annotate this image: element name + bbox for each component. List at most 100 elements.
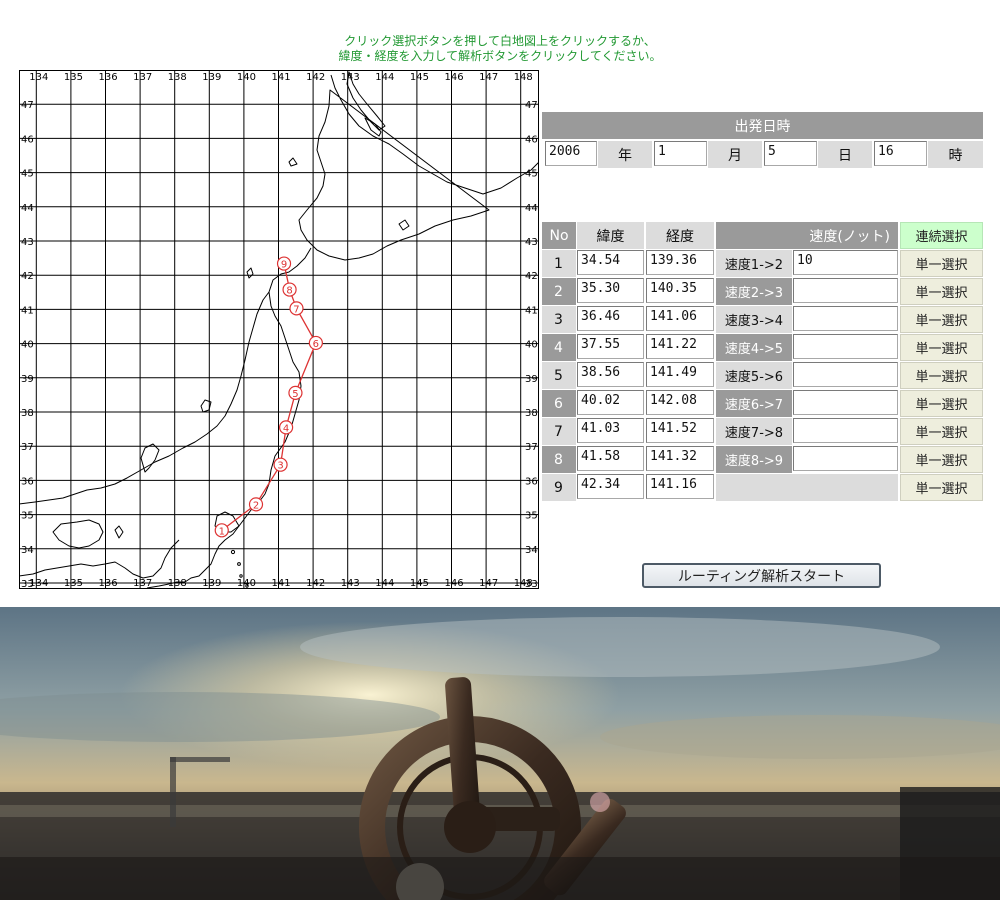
waypoint-number: 9 xyxy=(281,260,287,271)
latitude-input[interactable]: 37.55 xyxy=(577,334,644,359)
row-number: 3 xyxy=(542,306,576,333)
longitude-tick-label: 143 xyxy=(341,578,360,589)
single-select-button[interactable]: 単一選択 xyxy=(900,474,983,501)
latitude-tick-label: 38 xyxy=(525,408,538,419)
longitude-tick-label: 145 xyxy=(410,72,429,83)
latitude-tick-label: 35 xyxy=(21,511,34,522)
latitude-input[interactable]: 40.02 xyxy=(577,390,644,415)
row-number: 7 xyxy=(542,418,576,445)
longitude-tick-label: 145 xyxy=(410,578,429,589)
single-select-button[interactable]: 単一選択 xyxy=(900,306,983,333)
speed-segment-label: 速度7->8 xyxy=(716,418,792,445)
year-input[interactable]: 2006 xyxy=(545,141,597,166)
latitude-tick-label: 43 xyxy=(525,237,538,248)
row-number: 9 xyxy=(542,474,576,501)
month-input[interactable]: 1 xyxy=(654,141,707,166)
row-number: 2 xyxy=(542,278,576,305)
longitude-tick-label: 136 xyxy=(99,578,118,589)
longitude-input[interactable]: 142.08 xyxy=(646,390,714,415)
routing-analysis-start-button[interactable]: ルーティング解析スタート xyxy=(642,563,881,588)
longitude-input[interactable]: 141.06 xyxy=(646,306,714,331)
latitude-tick-label: 45 xyxy=(21,169,34,180)
single-select-button[interactable]: 単一選択 xyxy=(900,334,983,361)
speed-input[interactable] xyxy=(793,390,898,415)
instructions: クリック選択ボタンを押して白地図上をクリックするか、 緯度・経度を入力して解析ボ… xyxy=(0,34,1000,64)
latitude-tick-label: 47 xyxy=(21,100,34,111)
speed-input[interactable] xyxy=(793,306,898,331)
longitude-input[interactable]: 141.49 xyxy=(646,362,714,387)
map-canvas[interactable]: 1341341351351361361371371381381391391401… xyxy=(19,70,539,589)
longitude-input[interactable]: 141.32 xyxy=(646,446,714,471)
latitude-tick-label: 41 xyxy=(525,305,538,316)
longitude-input[interactable]: 141.16 xyxy=(646,474,714,499)
latitude-tick-label: 37 xyxy=(525,442,538,453)
speed-segment-label: 速度6->7 xyxy=(716,390,792,417)
longitude-tick-label: 147 xyxy=(479,578,498,589)
latitude-input[interactable]: 41.03 xyxy=(577,418,644,443)
latitude-input[interactable]: 38.56 xyxy=(577,362,644,387)
latitude-tick-label: 40 xyxy=(21,340,34,351)
single-select-button[interactable]: 単一選択 xyxy=(900,278,983,305)
continuous-select-button[interactable]: 連続選択 xyxy=(900,222,983,249)
longitude-tick-label: 141 xyxy=(272,72,291,83)
single-select-button[interactable]: 単一選択 xyxy=(900,390,983,417)
longitude-input[interactable]: 141.22 xyxy=(646,334,714,359)
speed-input[interactable] xyxy=(793,446,898,471)
latitude-tick-label: 44 xyxy=(21,203,34,214)
waypoint-number: 6 xyxy=(313,339,319,350)
latitude-input[interactable]: 42.34 xyxy=(577,474,644,499)
speed-input[interactable]: 10 xyxy=(793,250,898,275)
blank-map[interactable]: 134 134 135 135 136 136 137 137 138 138 139 139 140 1… xyxy=(19,70,539,589)
hour-input[interactable]: 16 xyxy=(874,141,927,166)
longitude-tick-label: 142 xyxy=(306,578,325,589)
latitude-input[interactable]: 36.46 xyxy=(577,306,644,331)
instruction-line-1: クリック選択ボタンを押して白地図上をクリックするか、 xyxy=(344,34,656,48)
latitude-input[interactable]: 35.30 xyxy=(577,278,644,303)
longitude-tick-label: 141 xyxy=(272,578,291,589)
latitude-input[interactable]: 41.58 xyxy=(577,446,644,471)
single-select-button[interactable]: 単一選択 xyxy=(900,446,983,473)
instruction-line-2: 緯度・経度を入力して解析ボタンをクリックしてください。 xyxy=(338,49,662,63)
speed-input[interactable] xyxy=(793,362,898,387)
single-select-button[interactable]: 単一選択 xyxy=(900,362,983,389)
latitude-tick-label: 41 xyxy=(21,305,34,316)
single-select-button[interactable]: 単一選択 xyxy=(900,250,983,277)
longitude-input[interactable]: 141.52 xyxy=(646,418,714,443)
latitude-tick-label: 33 xyxy=(525,579,538,589)
speed-input[interactable] xyxy=(793,418,898,443)
longitude-tick-label: 144 xyxy=(375,578,394,589)
latitude-tick-label: 36 xyxy=(21,476,34,487)
longitude-tick-label: 147 xyxy=(479,72,498,83)
day-label: 日 xyxy=(818,141,872,168)
speed-input[interactable] xyxy=(793,278,898,303)
waypoint-number: 2 xyxy=(253,500,259,511)
longitude-tick-label: 139 xyxy=(202,72,221,83)
latitude-tick-label: 42 xyxy=(21,271,34,282)
longitude-tick-label: 142 xyxy=(306,72,325,83)
latitude-tick-label: 35 xyxy=(525,511,538,522)
col-header-no: No xyxy=(542,222,576,249)
latitude-tick-label: 44 xyxy=(525,203,538,214)
longitude-input[interactable]: 140.35 xyxy=(646,278,714,303)
latitude-tick-label: 34 xyxy=(21,545,34,556)
speed-segment-label: 速度1->2 xyxy=(716,250,792,277)
longitude-input[interactable]: 139.36 xyxy=(646,250,714,275)
speed-segment-label: 速度8->9 xyxy=(716,446,792,473)
speed-segment-label: 速度2->3 xyxy=(716,278,792,305)
latitude-tick-label: 47 xyxy=(525,100,538,111)
longitude-tick-label: 143 xyxy=(341,72,360,83)
row-number: 6 xyxy=(542,390,576,417)
waypoint-number: 4 xyxy=(283,423,289,434)
speed-input[interactable] xyxy=(793,334,898,359)
longitude-tick-label: 137 xyxy=(133,72,152,83)
departure-header: 出発日時 xyxy=(542,112,983,139)
col-header-speed: 速度(ノット) xyxy=(716,222,898,249)
row-number: 1 xyxy=(542,250,576,277)
col-header-lon: 経度 xyxy=(646,222,714,249)
single-select-button[interactable]: 単一選択 xyxy=(900,418,983,445)
waypoint-number: 8 xyxy=(286,286,292,297)
longitude-tick-label: 136 xyxy=(99,72,118,83)
latitude-input[interactable]: 34.54 xyxy=(577,250,644,275)
longitude-tick-label: 135 xyxy=(64,578,83,589)
day-input[interactable]: 5 xyxy=(764,141,817,166)
